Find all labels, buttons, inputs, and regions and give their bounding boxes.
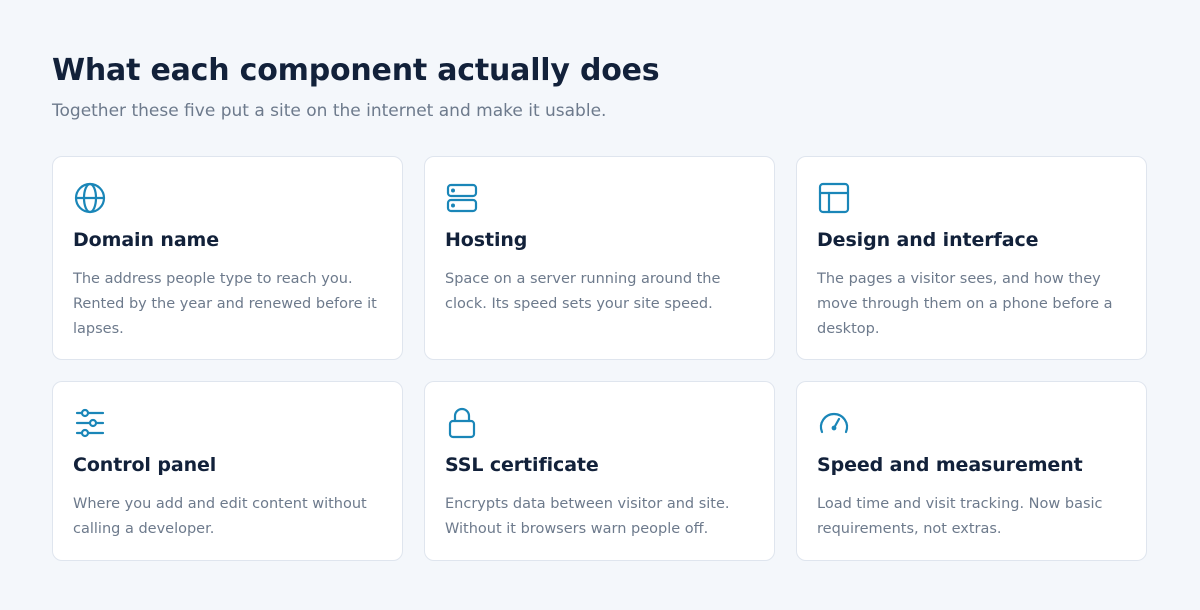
card-description: Load time and visit tracking. Now basic … [817, 496, 1103, 537]
card-speed-measurement: Speed and measurement Load time and visi… [796, 381, 1147, 561]
card-hosting: Hosting Space on a server running around… [424, 156, 775, 360]
globe-icon [73, 181, 107, 215]
card-title: Design and interface [817, 229, 1039, 251]
card-description: Where you add and edit content without c… [73, 496, 367, 537]
card-title: Speed and measurement [817, 454, 1083, 476]
card-ssl-certificate: SSL certificate Encrypts data between vi… [424, 381, 775, 561]
page-content: What each component actually does Togeth… [52, 52, 1148, 561]
card-description: The address people type to reach you. Re… [73, 271, 377, 337]
page-title: What each component actually does [52, 53, 660, 88]
card-title: SSL certificate [445, 454, 599, 476]
sliders-icon [73, 406, 107, 440]
card-domain-name: Domain name The address people type to r… [52, 156, 403, 360]
page-subtitle: Together these five put a site on the in… [52, 101, 607, 121]
card-description: The pages a visitor sees, and how they m… [817, 271, 1113, 337]
card-title: Control panel [73, 454, 217, 476]
component-grid: Domain name The address people type to r… [52, 156, 1148, 561]
card-description: Encrypts data between visitor and site. … [445, 496, 730, 537]
server-icon [445, 181, 479, 215]
layout-icon [817, 181, 851, 215]
card-title: Hosting [445, 229, 528, 251]
card-control-panel: Control panel Where you add and edit con… [52, 381, 403, 561]
card-design-interface: Design and interface The pages a visitor… [796, 156, 1147, 360]
lock-icon [445, 406, 479, 440]
gauge-icon [817, 406, 851, 440]
card-title: Domain name [73, 229, 220, 251]
card-description: Space on a server running around the clo… [445, 271, 721, 312]
